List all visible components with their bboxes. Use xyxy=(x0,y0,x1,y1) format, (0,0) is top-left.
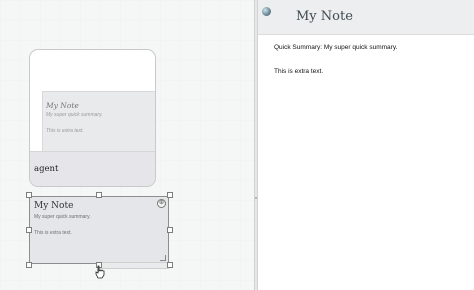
selection-handle-middle-left[interactable] xyxy=(26,227,32,233)
selected-note-extra: This is extra text. xyxy=(34,230,72,236)
selection-handle-bottom-left[interactable] xyxy=(26,262,32,268)
design-canvas[interactable]: My Note My super quick summary. This is … xyxy=(0,0,254,290)
inner-note-preview[interactable]: My Note My super quick summary. This is … xyxy=(42,91,155,152)
inner-note-extra: This is extra text. xyxy=(46,128,84,134)
selection-handle-bottom-right[interactable] xyxy=(167,262,173,268)
selected-note-summary: My super quick summary. xyxy=(34,214,91,220)
outer-card[interactable]: My Note My super quick summary. This is … xyxy=(29,49,156,187)
selection-handle-top-center[interactable] xyxy=(96,192,102,198)
preview-title: My Note xyxy=(296,9,353,24)
inner-note-summary: My super quick summary. xyxy=(46,112,103,118)
preview-pane: My Note Quick Summary: My super quick su… xyxy=(258,0,474,290)
agent-band[interactable]: agent xyxy=(30,151,155,186)
pointer-hand-icon xyxy=(95,265,105,279)
selection-handle-top-right[interactable] xyxy=(167,192,173,198)
splitter-grip[interactable] xyxy=(255,197,257,199)
selected-note-title: My Note xyxy=(34,201,74,211)
selection-handle-middle-right[interactable] xyxy=(167,227,173,233)
note-drop-preview xyxy=(99,262,169,269)
add-icon[interactable]: ⊕ xyxy=(157,199,166,208)
preview-header: My Note xyxy=(258,0,474,35)
selection-handle-top-left[interactable] xyxy=(26,192,32,198)
sphere-icon xyxy=(262,7,271,16)
agent-label: agent xyxy=(34,164,59,174)
resize-grip-icon[interactable] xyxy=(160,255,166,261)
selected-note[interactable]: My Note My super quick summary. This is … xyxy=(29,196,169,264)
preview-summary: Quick Summary: My super quick summary. xyxy=(274,44,398,51)
preview-extra: This is extra text. xyxy=(274,68,324,75)
inner-note-title: My Note xyxy=(46,101,79,110)
